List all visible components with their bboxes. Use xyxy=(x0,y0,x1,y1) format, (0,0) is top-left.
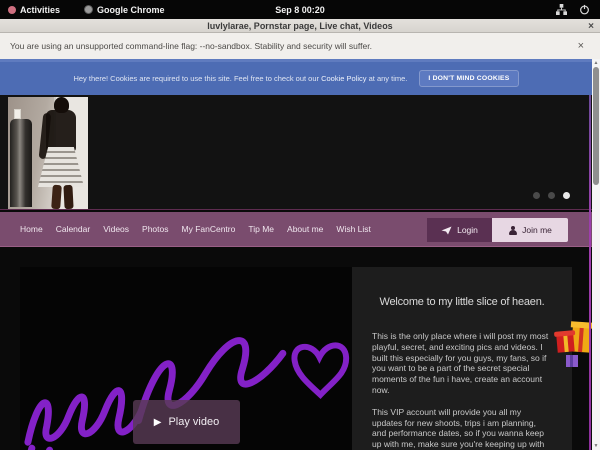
nav-item-home[interactable]: Home xyxy=(20,224,43,234)
about-paragraph-1: This is the only place where i will post… xyxy=(372,331,552,396)
play-video-button[interactable]: ▶ Play video xyxy=(133,400,240,444)
network-icon[interactable] xyxy=(556,4,567,15)
nav-item-photos[interactable]: Photos xyxy=(142,224,168,234)
flag-warning-bar: You are using an unsupported command-lin… xyxy=(0,33,600,59)
carousel-dot[interactable] xyxy=(533,192,540,199)
cookie-policy-link[interactable]: Cookie Policy xyxy=(321,74,366,83)
gift-icon xyxy=(556,334,574,352)
nav-item-about-me[interactable]: About me xyxy=(287,224,323,234)
clock[interactable]: Sep 8 00:20 xyxy=(0,5,600,15)
nav-item-wish-list[interactable]: Wish List xyxy=(336,224,370,234)
screen: Activities Google Chrome Sep 8 00:20 luv… xyxy=(0,0,600,450)
browser-viewport: Hey there! Cookies are required to use t… xyxy=(0,59,600,450)
play-icon: ▶ xyxy=(154,417,162,428)
page-edge-divider xyxy=(589,95,591,450)
gnome-top-bar: Activities Google Chrome Sep 8 00:20 xyxy=(0,0,600,19)
nav-item-videos[interactable]: Videos xyxy=(103,224,129,234)
cookie-message-pre: Hey there! Cookies are required to use t… xyxy=(73,74,321,83)
scroll-down-icon[interactable]: ▼ xyxy=(594,442,599,450)
photo-person-leg xyxy=(63,185,73,209)
warning-text: You are using an unsupported command-lin… xyxy=(10,41,372,51)
send-icon xyxy=(441,226,452,235)
warning-close-icon[interactable]: × xyxy=(578,40,590,52)
scroll-up-icon[interactable]: ▲ xyxy=(594,59,599,67)
gifts-widget[interactable] xyxy=(557,323,593,381)
join-label: Join me xyxy=(522,225,552,235)
about-panel: Welcome to my little slice of heaen. Thi… xyxy=(352,267,572,450)
profile-photo[interactable] xyxy=(8,97,88,209)
page-scrollbar[interactable]: ▲ ▼ xyxy=(592,59,600,450)
welcome-heading: Welcome to my little slice of heaen. xyxy=(372,296,552,308)
power-icon[interactable] xyxy=(579,4,590,15)
photo-person-leg xyxy=(51,185,62,209)
cookie-message: Hey there! Cookies are required to use t… xyxy=(73,74,407,83)
cookie-message-post: at any time. xyxy=(367,74,408,83)
join-me-button[interactable]: Join me xyxy=(492,218,568,242)
login-button[interactable]: Login xyxy=(427,218,492,242)
system-tray xyxy=(556,4,600,15)
window-title: luvlylarae, Pornstar page, Live chat, Vi… xyxy=(207,21,392,31)
nav-item-tip-me[interactable]: Tip Me xyxy=(248,224,274,234)
photo-light-switch xyxy=(14,109,21,119)
window-close-button[interactable]: × xyxy=(588,19,594,33)
cookie-accept-button[interactable]: I DON'T MIND COOKIES xyxy=(419,70,518,87)
user-icon xyxy=(508,226,517,235)
scrollbar-thumb[interactable] xyxy=(593,67,599,185)
photo-person-torso xyxy=(46,110,76,152)
play-video-label: Play video xyxy=(168,416,219,428)
photo-person-head xyxy=(54,97,69,113)
carousel-dot-active[interactable] xyxy=(563,192,570,199)
login-label: Login xyxy=(457,225,478,235)
video-panel: ▶ Play video xyxy=(20,267,352,450)
nav-item-my-fancentro[interactable]: My FanCentro xyxy=(182,224,236,234)
window-titlebar[interactable]: luvlylarae, Pornstar page, Live chat, Vi… xyxy=(0,19,600,33)
carousel-dot[interactable] xyxy=(548,192,555,199)
cookie-banner: Hey there! Cookies are required to use t… xyxy=(0,59,592,95)
carousel-dots xyxy=(533,192,570,199)
hero-carousel xyxy=(0,95,592,210)
photo-heater xyxy=(10,119,32,207)
about-paragraph-2: This VIP account will provide you all my… xyxy=(372,407,552,450)
nav-item-calendar[interactable]: Calendar xyxy=(56,224,91,234)
gift-icon xyxy=(566,355,578,367)
main-nav: Home Calendar Videos Photos My FanCentro… xyxy=(0,212,592,247)
